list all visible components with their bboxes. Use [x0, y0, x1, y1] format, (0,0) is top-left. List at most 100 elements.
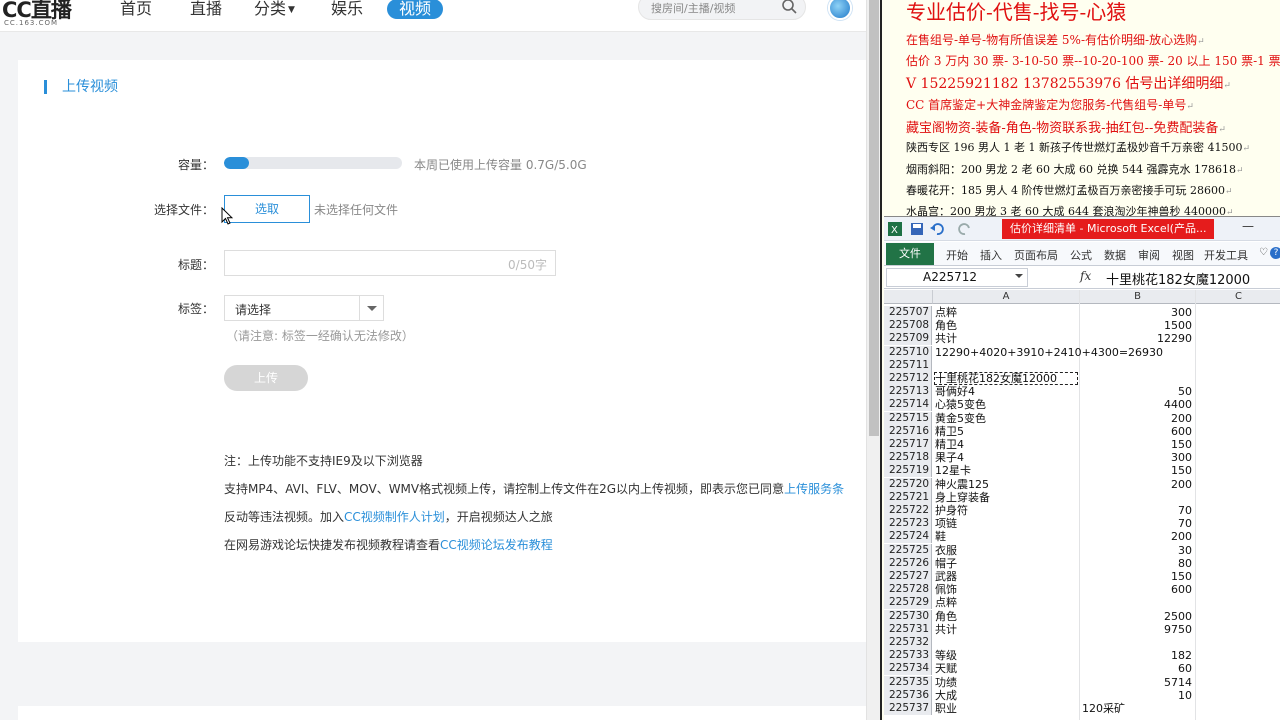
row-number[interactable]: 225731	[884, 622, 932, 636]
name-box[interactable]: A225712	[886, 268, 1028, 287]
cell-a[interactable]	[934, 636, 1078, 649]
cell-b[interactable]: 1500	[1080, 319, 1196, 332]
tab-home[interactable]: 开始	[946, 247, 968, 263]
search-icon[interactable]	[781, 0, 797, 14]
row-number[interactable]: 225716	[884, 424, 932, 438]
tab-review[interactable]: 审阅	[1138, 247, 1160, 263]
cell-a[interactable]: 职业	[934, 702, 1078, 715]
column-header-c[interactable]: C	[1196, 290, 1280, 304]
cell-b[interactable]: 200	[1080, 530, 1196, 543]
tab-developer[interactable]: 开发工具	[1204, 247, 1248, 263]
cell-a[interactable]: 12星卡	[934, 464, 1078, 477]
nav-category[interactable]: 分类 ▼	[254, 0, 295, 19]
cell-b[interactable]: 600	[1080, 425, 1196, 438]
select-all-corner[interactable]	[884, 290, 933, 304]
row-number[interactable]: 225707	[884, 306, 932, 319]
cell-a[interactable]: 帽子	[934, 557, 1078, 570]
cell-a[interactable]: 点粹	[934, 596, 1078, 609]
cell-a[interactable]: 黄金5变色	[934, 412, 1078, 425]
cell-a[interactable]: 精卫4	[934, 438, 1078, 451]
cell-b[interactable]: 120采矿	[1080, 702, 1196, 715]
nav-live[interactable]: 直播	[190, 0, 222, 19]
row-number[interactable]: 225714	[884, 398, 932, 412]
row-number[interactable]: 225720	[884, 477, 932, 491]
row-number[interactable]: 225722	[884, 504, 932, 517]
cell-b[interactable]: 200	[1080, 412, 1196, 425]
row-number[interactable]: 225717	[884, 438, 932, 451]
tab-file[interactable]: 文件	[886, 243, 934, 265]
cell-b[interactable]: 60	[1080, 662, 1196, 675]
cell-a[interactable]: 佩饰	[934, 583, 1078, 596]
cell-b[interactable]: 150	[1080, 464, 1196, 477]
cell-a[interactable]: 共计	[934, 332, 1078, 345]
cell-b[interactable]: 9750	[1080, 623, 1196, 636]
cell-b[interactable]: 70	[1080, 517, 1196, 530]
cell-a[interactable]: 角色	[934, 319, 1078, 332]
formula-input[interactable]: 十里桃花182女魔12000	[1106, 269, 1250, 288]
cell-a[interactable]: 等级	[934, 649, 1078, 662]
cell-b[interactable]	[1080, 359, 1196, 372]
cell-b[interactable]: 50	[1080, 385, 1196, 398]
column-header-a[interactable]: A	[933, 290, 1080, 304]
row-number[interactable]: 225713	[884, 385, 932, 399]
cell-b[interactable]: 150	[1080, 570, 1196, 583]
cell-b[interactable]: 10	[1080, 689, 1196, 702]
cell-b[interactable]: 2500	[1080, 610, 1196, 623]
row-number[interactable]: 225708	[884, 319, 932, 333]
title-input[interactable]: 0/50字	[224, 250, 556, 276]
row-number[interactable]: 225724	[884, 530, 932, 544]
cell-b[interactable]	[1080, 346, 1196, 359]
cell-b[interactable]	[1080, 372, 1196, 385]
row-number[interactable]: 225718	[884, 451, 932, 465]
page-scrollbar[interactable]	[866, 0, 880, 720]
row-number[interactable]: 225715	[884, 411, 932, 425]
spreadsheet-grid[interactable]: A B C 225707 点粹 300 225708 角色 1500 225709 共计 122…	[884, 290, 1280, 720]
row-number[interactable]: 225712	[884, 372, 932, 385]
cell-a[interactable]: 共计	[934, 623, 1078, 636]
cell-b[interactable]: 150	[1080, 438, 1196, 451]
chevron-down-icon[interactable]	[1015, 274, 1023, 278]
search-box[interactable]: 搜房间/主播/视频	[638, 0, 806, 20]
cell-a[interactable]: 武器	[934, 570, 1078, 583]
cell-b[interactable]: 300	[1080, 306, 1196, 319]
row-number[interactable]: 225729	[884, 596, 932, 610]
redo-icon[interactable]	[958, 222, 972, 236]
fx-icon[interactable]: fx	[1080, 269, 1091, 283]
save-icon[interactable]	[910, 222, 924, 236]
pick-file-button[interactable]: 选取	[224, 195, 310, 223]
row-number[interactable]: 225734	[884, 662, 932, 676]
cell-b[interactable]: 600	[1080, 583, 1196, 596]
cell-b[interactable]	[1080, 596, 1196, 609]
nav-video[interactable]: 视频	[387, 0, 444, 19]
ribbon-collapse-icon[interactable]: ♡	[1259, 247, 1268, 258]
tag-select[interactable]: 请选择	[224, 295, 384, 321]
upload-terms-link[interactable]: 上传服务条	[784, 482, 844, 496]
cell-a[interactable]: 身上穿装备	[934, 491, 1078, 504]
cell-a[interactable]: 护身符	[934, 504, 1078, 517]
row-number[interactable]: 225732	[884, 636, 932, 649]
row-number[interactable]: 225733	[884, 649, 932, 663]
minimize-icon[interactable]: —	[1242, 219, 1254, 233]
forum-tutorial-link[interactable]: CC视频论坛发布教程	[440, 538, 553, 552]
row-number[interactable]: 225728	[884, 583, 932, 597]
row-number[interactable]: 225736	[884, 688, 932, 702]
row-number[interactable]: 225711	[884, 358, 932, 372]
cell-b[interactable]: 30	[1080, 544, 1196, 557]
avatar[interactable]	[828, 0, 852, 20]
row-number[interactable]: 225723	[884, 517, 932, 531]
nav-entertainment[interactable]: 娱乐	[331, 0, 363, 19]
cell-a[interactable]	[934, 359, 1078, 372]
cell-b[interactable]: 4400	[1080, 398, 1196, 411]
cell-a[interactable]: 天赋	[934, 662, 1078, 675]
row-number[interactable]: 225735	[884, 675, 932, 689]
cell-a[interactable]: 项链	[934, 517, 1078, 530]
cell-a[interactable]: 大成	[934, 689, 1078, 702]
producer-plan-link[interactable]: CC视频制作人计划	[344, 510, 445, 524]
cell-b[interactable]	[1080, 636, 1196, 649]
tab-formulas[interactable]: 公式	[1070, 247, 1092, 263]
chevron-down-icon[interactable]	[359, 296, 383, 320]
column-header-b[interactable]: B	[1080, 290, 1196, 304]
cell-a[interactable]: 衣服	[934, 544, 1078, 557]
row-number[interactable]: 225737	[884, 702, 932, 715]
cell-a[interactable]: 心猿5变色	[934, 398, 1078, 411]
